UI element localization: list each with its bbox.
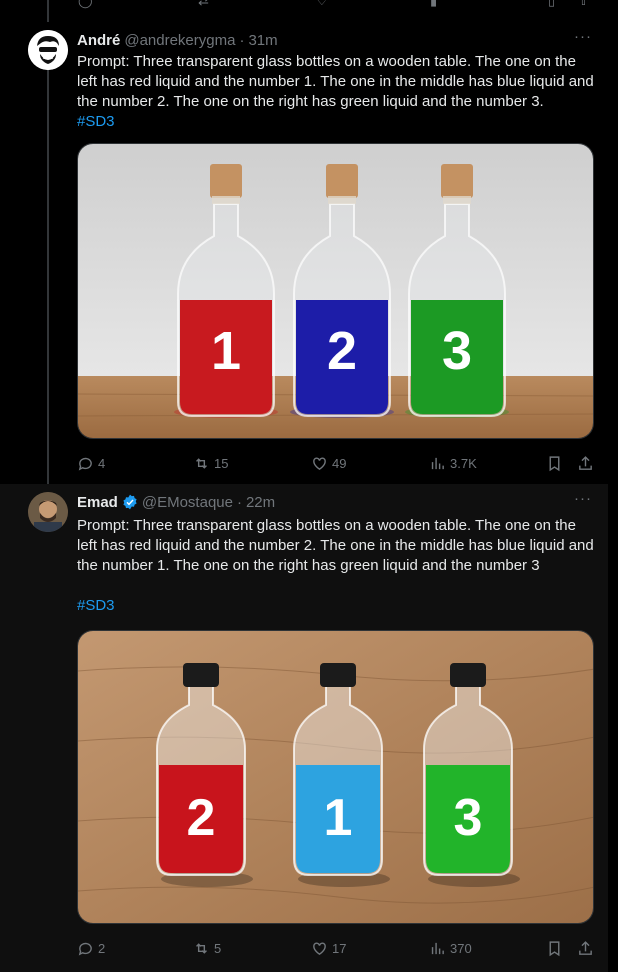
repost-button[interactable]: 5 (193, 938, 221, 958)
hashtag-link[interactable]: #SD3 (77, 596, 599, 616)
tweet-text: Prompt: Three transparent glass bottles … (77, 52, 599, 132)
tweet-image[interactable]: 1 2 3 (77, 143, 594, 439)
avatar[interactable] (28, 492, 68, 532)
tweet-andre[interactable]: André @andrekerygma · 31m ··· Prompt: Th… (0, 22, 608, 484)
hashtag-link[interactable]: #SD3 (77, 112, 599, 132)
bookmark-icon (549, 940, 560, 956)
share-icon (579, 455, 592, 470)
bottle-number-label: 2 (327, 321, 357, 381)
share-icon (579, 940, 592, 955)
author-name[interactable]: André (77, 32, 120, 49)
author-handle[interactable]: @andrekerygma (124, 32, 235, 49)
views-button[interactable]: 370 (429, 938, 472, 958)
repost-count: 5 (214, 940, 222, 956)
tweet-body: Prompt: Three transparent glass bottles … (77, 53, 594, 110)
repost-count: 15 (214, 455, 229, 471)
repost-icon[interactable]: ⇄ (198, 0, 212, 8)
reply-icon (78, 457, 92, 470)
reply-button[interactable]: 4 (77, 453, 105, 473)
like-button[interactable]: 49 (311, 453, 346, 473)
heart-icon (313, 941, 326, 955)
repost-button[interactable]: 15 (193, 453, 228, 473)
reply-count: 4 (98, 455, 106, 471)
bottle-number-label: 3 (442, 321, 472, 381)
share-button[interactable] (577, 453, 594, 473)
like-button[interactable]: 17 (311, 938, 346, 958)
action-bar: 2 5 17 370 (77, 938, 599, 958)
action-bar: 4 15 49 3.7K (77, 453, 599, 473)
view-count: 3.7K (450, 455, 477, 471)
timestamp[interactable]: 22m (246, 494, 275, 511)
thread-connector-top (47, 0, 49, 22)
reply-button[interactable]: 2 (77, 938, 105, 958)
separator-dot: · (239, 31, 245, 49)
bottle-number-label: 1 (324, 789, 353, 847)
like-icon[interactable]: ♡ (316, 0, 330, 8)
bookmark-icon (549, 455, 560, 471)
tweet-header: André @andrekerygma · 31m (77, 30, 278, 50)
reply-icon[interactable]: ◯ (78, 0, 93, 8)
views-icon (431, 457, 444, 469)
views-icon[interactable]: ▮ (430, 0, 444, 8)
bottle-number-label: 2 (187, 789, 216, 847)
share-button[interactable] (577, 938, 594, 958)
more-options-icon[interactable]: ··· (574, 28, 592, 45)
separator-dot: · (236, 493, 242, 511)
tweet-text: Prompt: Three transparent glass bottles … (77, 516, 599, 616)
verified-badge-icon[interactable] (122, 494, 138, 510)
bookmark-icon[interactable]: ▯ (548, 0, 562, 8)
view-count: 370 (450, 940, 472, 956)
repost-icon (196, 942, 207, 954)
reply-icon (78, 942, 92, 955)
previous-tweet-actions: ◯ ⇄ ♡ ▮ ▯ ⇧ (0, 0, 618, 14)
views-icon (431, 942, 444, 954)
tweet-header: Emad @EMostaque · 22m (77, 492, 275, 512)
bottle-number-label: 3 (454, 789, 483, 847)
bookmark-button[interactable] (546, 453, 563, 473)
like-count: 49 (332, 455, 347, 471)
reply-count: 2 (98, 940, 106, 956)
share-icon[interactable]: ⇧ (578, 0, 592, 8)
repost-icon (196, 457, 207, 469)
tweet-image[interactable]: 2 1 3 (77, 630, 594, 924)
like-count: 17 (332, 940, 347, 956)
timestamp[interactable]: 31m (248, 32, 277, 49)
more-options-icon[interactable]: ··· (574, 490, 592, 507)
author-handle[interactable]: @EMostaque (142, 494, 233, 511)
tweet-emad[interactable]: Emad @EMostaque · 22m ··· Prompt: Three … (0, 484, 608, 972)
heart-icon (313, 456, 326, 470)
bottle-number-label: 1 (211, 321, 241, 381)
bookmark-button[interactable] (546, 938, 563, 958)
avatar[interactable] (28, 30, 68, 70)
tweet-body: Prompt: Three transparent glass bottles … (77, 517, 594, 574)
views-button[interactable]: 3.7K (429, 453, 477, 473)
author-name[interactable]: Emad (77, 494, 118, 511)
